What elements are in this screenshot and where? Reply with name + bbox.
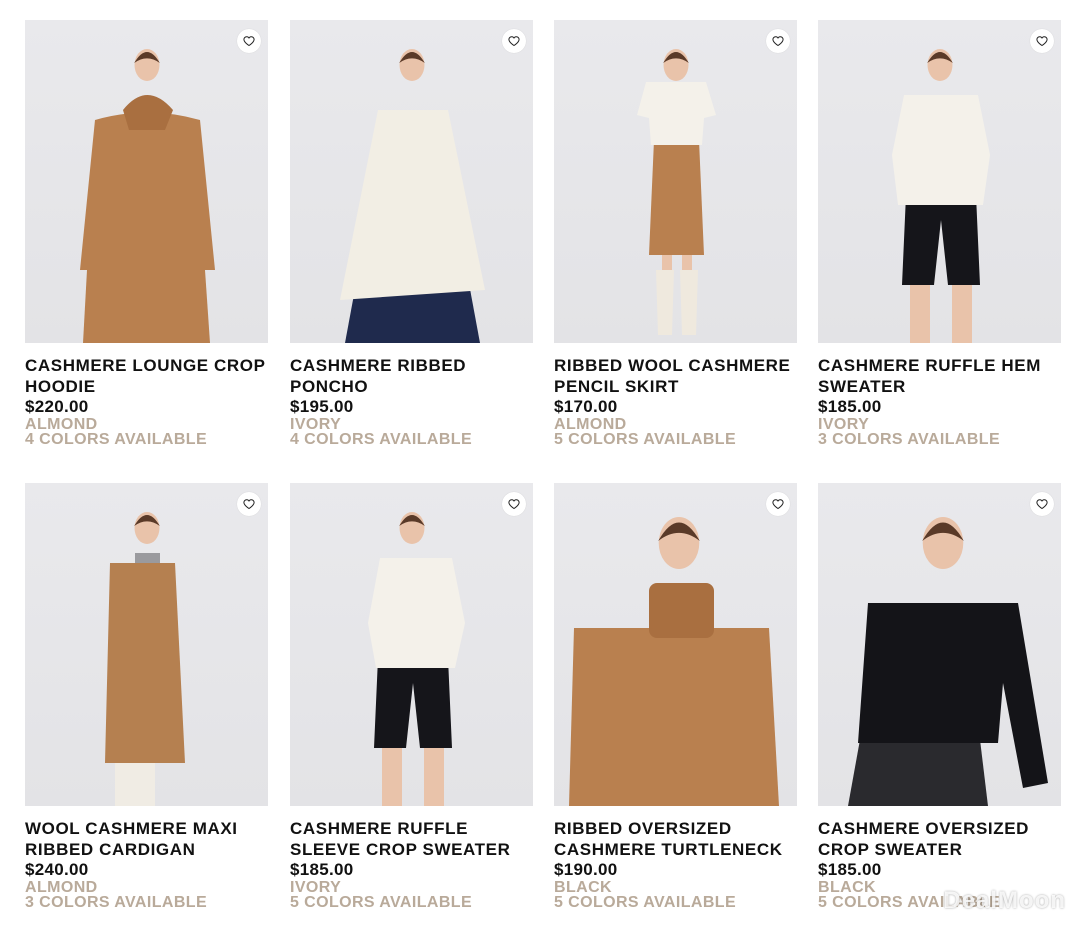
product-price: $185.00 bbox=[290, 860, 354, 879]
shorts-shape bbox=[374, 658, 452, 748]
model-figure bbox=[368, 512, 465, 806]
colors-available: 5 COLORS AVAILABLE bbox=[290, 894, 473, 911]
model-figure bbox=[105, 512, 185, 806]
colors-available: 4 COLORS AVAILABLE bbox=[25, 431, 208, 448]
colors-available: 5 COLORS AVAILABLE bbox=[554, 431, 737, 448]
model-figure bbox=[340, 49, 485, 343]
boot-shape bbox=[656, 270, 674, 335]
product-card[interactable]: WOOL CASHMERE MAXI RIBBED CARDIGAN $240.0… bbox=[25, 483, 268, 911]
model-figure bbox=[848, 517, 1048, 806]
product-color: IVORY bbox=[818, 416, 870, 433]
garment-shape bbox=[569, 628, 779, 806]
garment-shape bbox=[80, 112, 215, 270]
product-card[interactable]: CASHMERE OVERSIZED CROP SWEATER $185.00 B… bbox=[818, 483, 1061, 911]
product-name[interactable]: WOOL CASHMERE MAXI RIBBED CARDIGAN bbox=[25, 818, 268, 860]
product-card[interactable]: CASHMERE RIBBED PONCHO $195.00 IVORY 4 CO… bbox=[290, 20, 533, 448]
favorite-heart-icon[interactable] bbox=[502, 29, 526, 53]
watermark-logo: DealMoon bbox=[943, 887, 1066, 914]
product-name[interactable]: RIBBED WOOL CASHMERE PENCIL SKIRT bbox=[554, 355, 797, 397]
product-card[interactable]: RIBBED WOOL CASHMERE PENCIL SKIRT $170.00… bbox=[554, 20, 797, 448]
colors-available: 4 COLORS AVAILABLE bbox=[290, 431, 473, 448]
leg-shape bbox=[424, 748, 444, 806]
colors-available: 3 COLORS AVAILABLE bbox=[818, 431, 1001, 448]
product-image[interactable] bbox=[554, 483, 797, 806]
product-color: ALMOND bbox=[554, 416, 627, 433]
product-price: $185.00 bbox=[818, 397, 882, 416]
product-name[interactable]: CASHMERE RIBBED PONCHO bbox=[290, 355, 533, 397]
garment-shape bbox=[637, 82, 716, 145]
leg-shape bbox=[382, 748, 402, 806]
product-image[interactable] bbox=[818, 20, 1061, 343]
product-image[interactable] bbox=[290, 483, 533, 806]
colors-available: 5 COLORS AVAILABLE bbox=[554, 894, 737, 911]
leg-shape bbox=[910, 285, 930, 343]
product-card[interactable]: CASHMERE RUFFLE SLEEVE CROP SWEATER $185.… bbox=[290, 483, 533, 911]
model-figure bbox=[637, 49, 716, 335]
product-grid: CASHMERE LOUNGE CROP HOODIE $220.00 ALMON… bbox=[0, 0, 1080, 927]
product-color: IVORY bbox=[290, 879, 342, 896]
product-price: $195.00 bbox=[290, 397, 354, 416]
product-price: $220.00 bbox=[25, 397, 89, 416]
favorite-heart-icon[interactable] bbox=[1030, 492, 1054, 516]
product-image[interactable] bbox=[818, 483, 1061, 806]
product-card[interactable]: CASHMERE RUFFLE HEM SWEATER $185.00 IVORY… bbox=[818, 20, 1061, 448]
favorite-heart-icon[interactable] bbox=[1030, 29, 1054, 53]
hood-shape bbox=[123, 95, 173, 130]
skirt-shape bbox=[649, 140, 704, 255]
product-image[interactable] bbox=[290, 20, 533, 343]
product-image[interactable] bbox=[25, 483, 268, 806]
product-name[interactable]: CASHMERE LOUNGE CROP HOODIE bbox=[25, 355, 268, 397]
product-name[interactable]: CASHMERE OVERSIZED CROP SWEATER bbox=[818, 818, 1061, 860]
product-color: ALMOND bbox=[25, 416, 98, 433]
product-price: $170.00 bbox=[554, 397, 618, 416]
model-figure bbox=[892, 49, 990, 343]
garment-shape bbox=[368, 558, 465, 668]
product-card[interactable]: CASHMERE LOUNGE CROP HOODIE $220.00 ALMON… bbox=[25, 20, 268, 448]
boot-shape bbox=[680, 270, 698, 335]
product-price: $240.00 bbox=[25, 860, 89, 879]
favorite-heart-icon[interactable] bbox=[766, 492, 790, 516]
product-card[interactable]: RIBBED OVERSIZED CASHMERE TURTLENECK $190… bbox=[554, 483, 797, 911]
product-name[interactable]: CASHMERE RUFFLE HEM SWEATER bbox=[818, 355, 1061, 397]
product-price: $185.00 bbox=[818, 860, 882, 879]
garment-shape bbox=[105, 563, 185, 763]
favorite-heart-icon[interactable] bbox=[237, 492, 261, 516]
product-color: ALMOND bbox=[25, 879, 98, 896]
favorite-heart-icon[interactable] bbox=[502, 492, 526, 516]
product-price: $190.00 bbox=[554, 860, 618, 879]
model-figure bbox=[569, 517, 779, 806]
collar-shape bbox=[649, 583, 714, 638]
garment-shape bbox=[340, 110, 485, 300]
product-color: IVORY bbox=[290, 416, 342, 433]
favorite-heart-icon[interactable] bbox=[766, 29, 790, 53]
shorts-shape bbox=[902, 195, 980, 285]
product-image[interactable] bbox=[25, 20, 268, 343]
model-figure bbox=[80, 49, 215, 343]
garment-shape bbox=[892, 95, 990, 205]
leg-shape bbox=[952, 285, 972, 343]
pants-shape bbox=[83, 270, 210, 343]
product-name[interactable]: RIBBED OVERSIZED CASHMERE TURTLENECK bbox=[554, 818, 797, 860]
favorite-heart-icon[interactable] bbox=[237, 29, 261, 53]
product-color: BLACK bbox=[554, 879, 612, 896]
product-image[interactable] bbox=[554, 20, 797, 343]
colors-available: 3 COLORS AVAILABLE bbox=[25, 894, 208, 911]
product-name[interactable]: CASHMERE RUFFLE SLEEVE CROP SWEATER bbox=[290, 818, 533, 860]
